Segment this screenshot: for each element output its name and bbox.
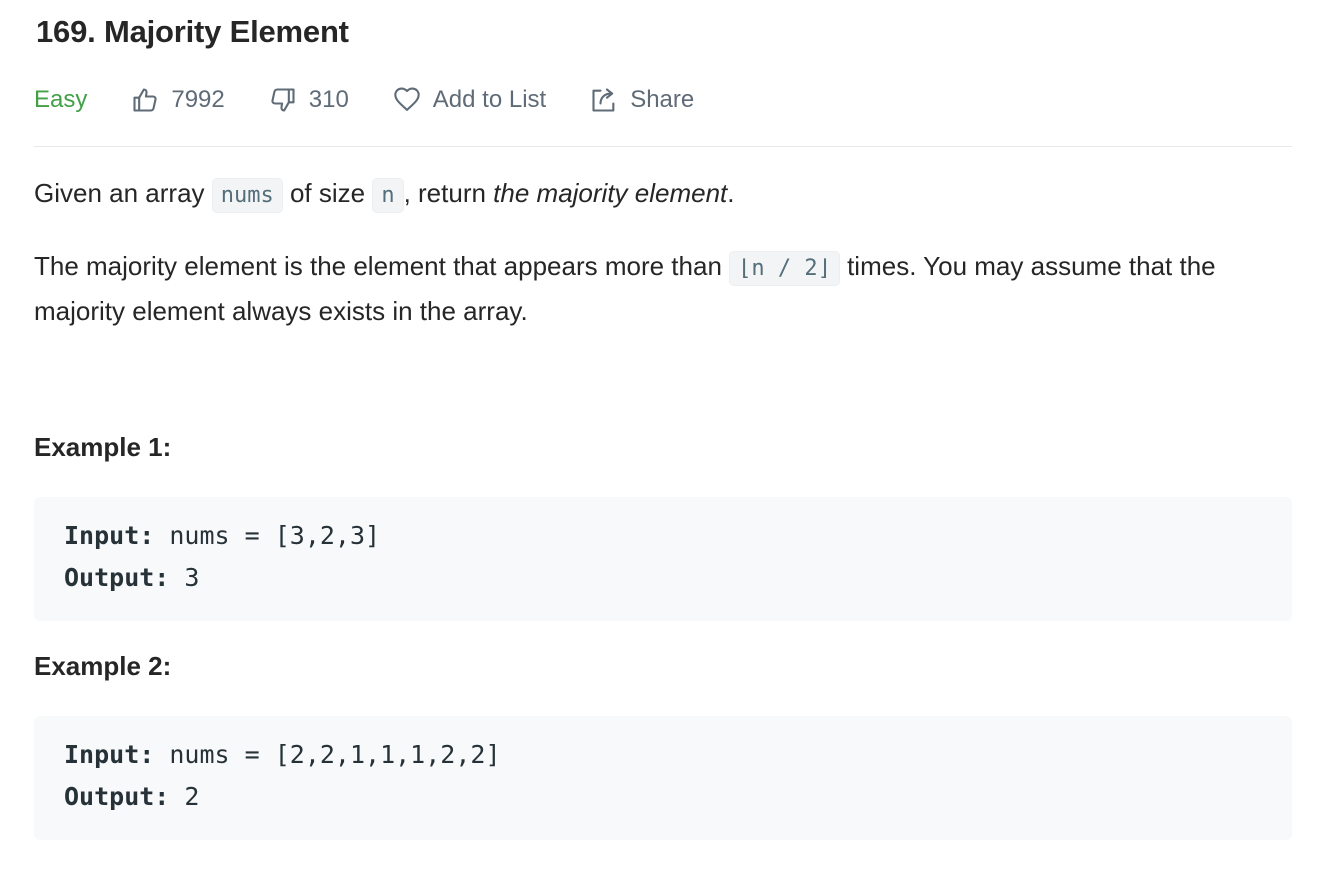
input-label: Input:: [64, 521, 155, 550]
share-button[interactable]: Share: [590, 86, 694, 114]
inline-code-floor: ⌊n / 2⌋: [729, 251, 840, 286]
like-count: 7992: [171, 86, 225, 113]
problem-description: Given an array nums of size n, return th…: [34, 172, 1292, 332]
description-paragraph-2: The majority element is the element that…: [34, 245, 1292, 332]
example-2-output-line: Output: 2: [64, 782, 199, 811]
problem-title: 169. Majority Element: [36, 14, 349, 49]
output-value: 2: [169, 782, 200, 811]
example-1-code-block: Input: nums = [3,2,3] Output: 3: [34, 497, 1292, 621]
example-1-output-line: Output: 3: [64, 563, 199, 592]
heart-icon: [394, 87, 420, 111]
example-2-title: Example 2:: [34, 651, 172, 681]
example-1-input-line: Input: nums = [3,2,3]: [64, 521, 380, 550]
desc-text: .: [727, 178, 735, 208]
share-icon: [592, 88, 615, 112]
add-to-list-label: Add to List: [432, 86, 547, 113]
share-label: Share: [630, 86, 695, 113]
example-1-title: Example 1:: [34, 432, 172, 462]
problem-meta-bar: Easy 7992 310 Add to List Share: [34, 80, 694, 120]
input-value: nums = [3,2,3]: [154, 521, 381, 550]
emphasis-text: the majority element: [493, 178, 728, 208]
output-value: 3: [169, 563, 200, 592]
add-to-list-button[interactable]: Add to List: [393, 86, 546, 114]
inline-code-n: n: [372, 178, 404, 213]
desc-text: Given an array: [34, 178, 212, 208]
dislike-count: 310: [308, 86, 349, 113]
description-paragraph-1: Given an array nums of size n, return th…: [34, 172, 1292, 217]
header-divider: [34, 146, 1292, 147]
desc-text: of size: [282, 178, 373, 208]
inline-code-nums: nums: [211, 178, 283, 213]
desc-text: The majority element is the element that…: [34, 251, 730, 281]
output-label: Output:: [64, 782, 170, 811]
thumbs-down-icon: [271, 88, 295, 112]
like-button[interactable]: 7992: [131, 86, 225, 114]
example-2-input-line: Input: nums = [2,2,1,1,1,2,2]: [64, 740, 501, 769]
input-label: Input:: [64, 740, 155, 769]
input-value: nums = [2,2,1,1,1,2,2]: [154, 740, 501, 769]
thumbs-up-icon: [133, 88, 157, 112]
dislike-button[interactable]: 310: [269, 86, 349, 114]
output-label: Output:: [64, 563, 170, 592]
desc-text: , return: [403, 178, 494, 208]
example-2-code-block: Input: nums = [2,2,1,1,1,2,2] Output: 2: [34, 716, 1292, 840]
problem-page: 169. Majority Element Easy 7992 310 Add …: [0, 0, 1320, 896]
difficulty-badge: Easy: [34, 86, 88, 113]
